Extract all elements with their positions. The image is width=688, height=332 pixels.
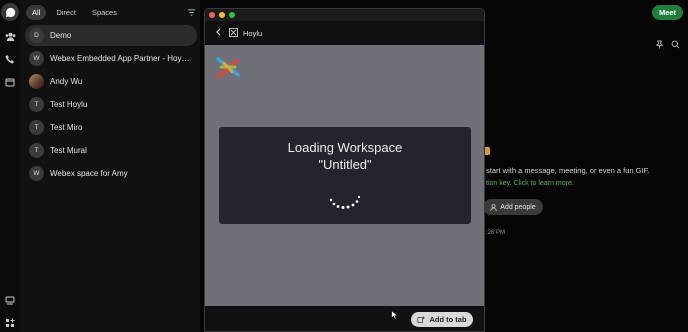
list-item-label: Test Mural xyxy=(50,146,87,155)
add-to-tab-button[interactable]: Add to tab xyxy=(411,312,473,327)
timestamp: :26 PM xyxy=(486,230,506,236)
avatar: W xyxy=(29,51,44,66)
list-item-label: Test Hoylu xyxy=(50,100,88,109)
list-item[interactable]: Andy Wu xyxy=(25,71,197,92)
hoylu-logo-icon xyxy=(215,55,241,86)
workspace-name: "Untitled" xyxy=(318,157,372,172)
learn-more-link[interactable]: tion key. Click to learn more. xyxy=(486,180,574,187)
devices-icon[interactable] xyxy=(1,291,19,309)
add-people-label: Add people xyxy=(500,203,536,211)
avatar: D xyxy=(29,28,44,43)
hoylu-app-icon xyxy=(229,27,238,39)
pin-icon[interactable] xyxy=(655,36,665,49)
window-titlebar xyxy=(205,9,484,21)
maximize-window-button[interactable] xyxy=(229,12,235,18)
meet-button[interactable]: Meet xyxy=(652,5,683,20)
avatar: W xyxy=(29,166,44,181)
loading-title: Loading Workspace xyxy=(287,140,403,155)
list-item[interactable]: T Test Hoylu xyxy=(25,94,197,115)
avatar xyxy=(29,74,44,89)
teams-icon[interactable] xyxy=(1,27,19,45)
messaging-icon[interactable] xyxy=(1,3,19,21)
window-footer: Add to tab xyxy=(205,306,484,331)
list-item-label: Demo xyxy=(50,31,72,40)
list-item-label: Webex space for Amy xyxy=(50,169,128,178)
search-icon[interactable] xyxy=(671,36,681,49)
calendar-icon[interactable] xyxy=(1,73,19,91)
calling-icon[interactable] xyxy=(1,50,19,68)
loading-dialog: Loading Workspace "Untitled" xyxy=(219,127,471,224)
list-item[interactable]: D Demo xyxy=(25,25,197,46)
workspace-canvas: Loading Workspace "Untitled" xyxy=(205,45,484,306)
avatar: T xyxy=(29,97,44,112)
loading-spinner-icon xyxy=(329,192,363,210)
close-window-button[interactable] xyxy=(209,12,215,18)
app-rail xyxy=(0,0,20,332)
add-to-tab-label: Add to tab xyxy=(429,315,467,324)
filter-tabs: All Direct Spaces xyxy=(26,4,196,20)
tab-all[interactable]: All xyxy=(26,4,47,20)
list-item-label: Webex Embedded App Partner - Hoylu... xyxy=(50,54,190,63)
back-icon[interactable] xyxy=(215,28,221,38)
add-tab-icon xyxy=(417,315,426,323)
tab-spaces[interactable]: Spaces xyxy=(86,5,123,20)
window-header: Hoylu xyxy=(205,21,484,45)
list-item-label: Test Miro xyxy=(50,123,83,132)
add-people-button[interactable]: Add people xyxy=(483,199,543,215)
list-item[interactable]: W Webex space for Amy xyxy=(25,163,197,184)
person-icon xyxy=(490,203,497,211)
minimize-window-button[interactable] xyxy=(219,12,225,18)
apps-icon[interactable] xyxy=(1,314,19,332)
filter-icon[interactable] xyxy=(187,4,196,22)
hoylu-app-window: Hoylu Loading Workspace "Untitled" Add t… xyxy=(204,8,485,332)
empty-space-message: start with a message, meeting, or even a… xyxy=(486,166,650,175)
list-item-label: Andy Wu xyxy=(50,77,83,86)
tab-direct[interactable]: Direct xyxy=(50,5,82,20)
window-title: Hoylu xyxy=(243,28,263,38)
list-item[interactable]: W Webex Embedded App Partner - Hoylu... xyxy=(25,48,197,69)
conversation-list: All Direct Spaces D Demo W Webex Embedde… xyxy=(20,0,200,332)
list-item[interactable]: T Test Miro xyxy=(25,117,197,138)
mouse-cursor-icon xyxy=(391,307,399,320)
avatar: T xyxy=(29,120,44,135)
list-item[interactable]: T Test Mural xyxy=(25,140,197,161)
avatar: T xyxy=(29,143,44,158)
